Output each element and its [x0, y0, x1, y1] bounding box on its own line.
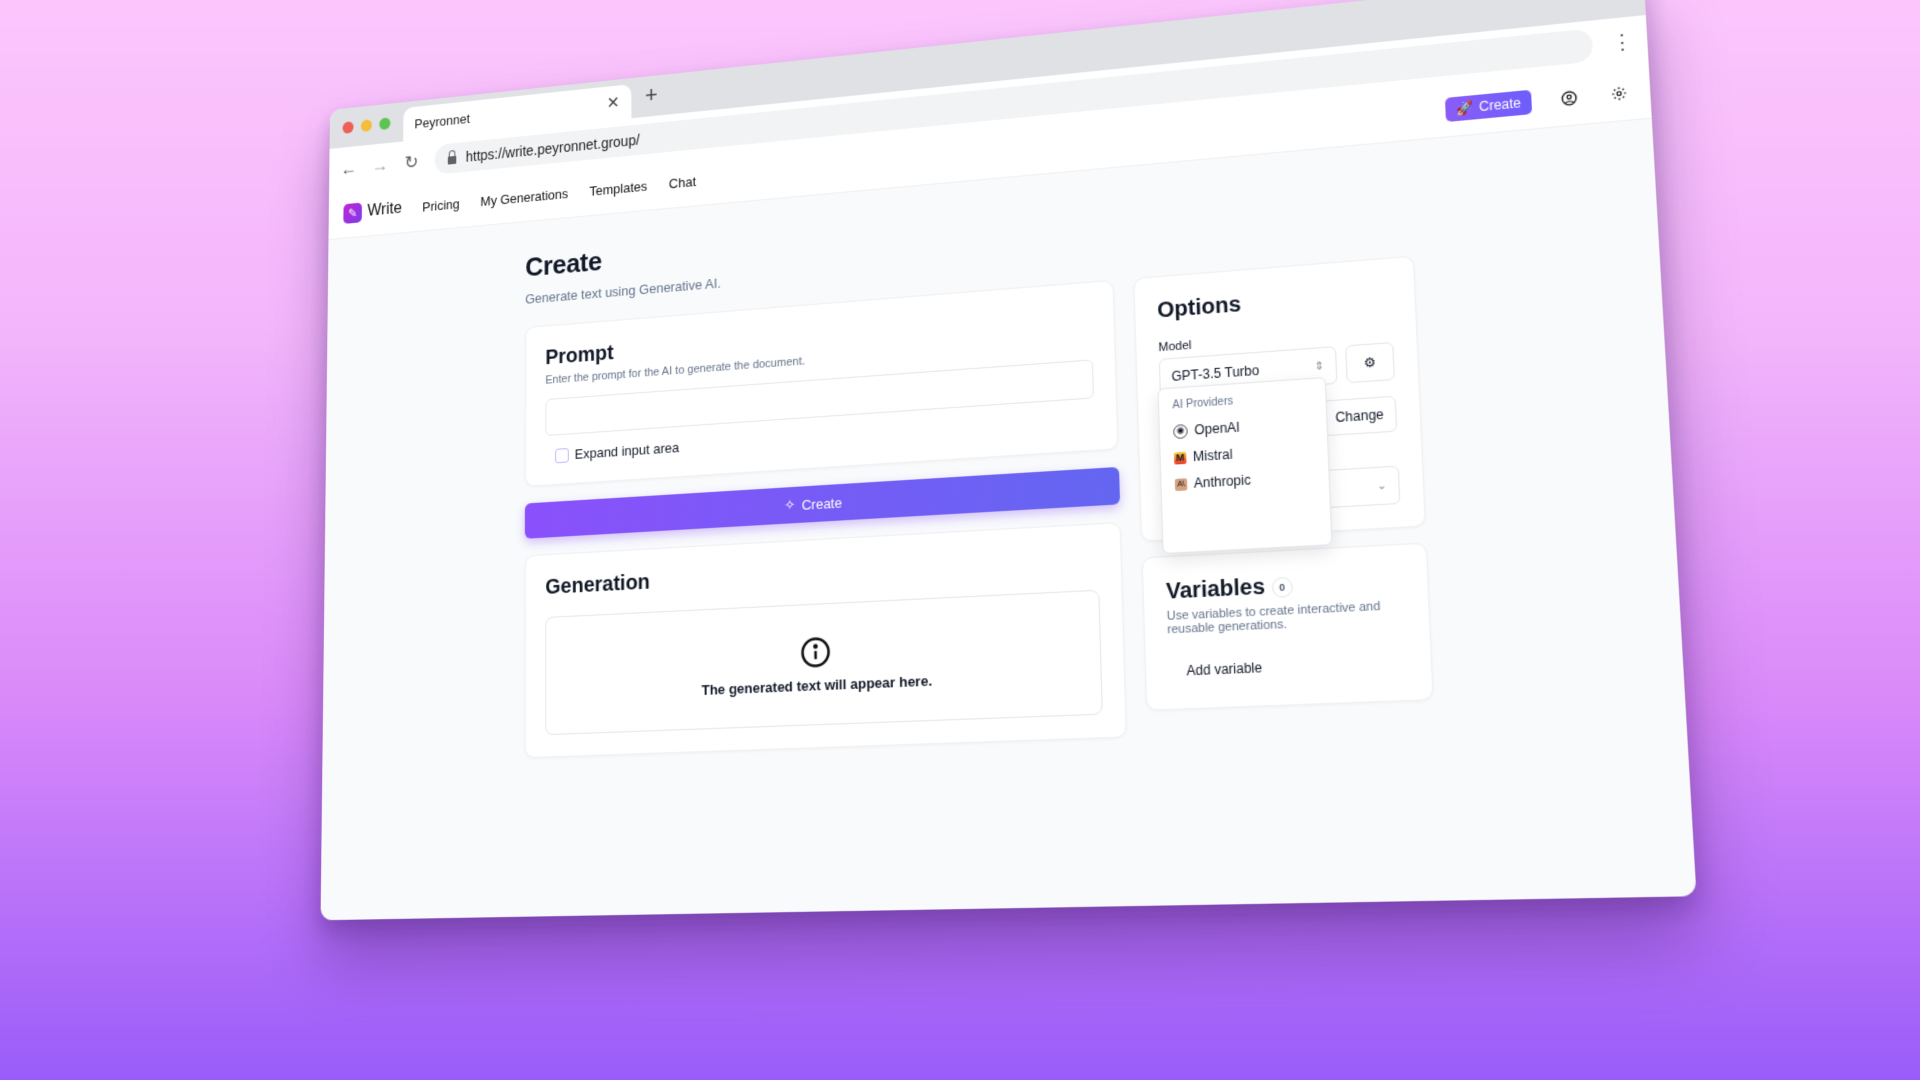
browser-menu-icon[interactable]: ⋮ — [1611, 29, 1634, 54]
variables-description: Use variables to create interactive and … — [1166, 599, 1381, 637]
minimize-window-button[interactable] — [360, 119, 372, 133]
model-value: GPT-3.5 Turbo — [1171, 362, 1260, 385]
info-icon — [799, 635, 831, 669]
nav-my-generations[interactable]: My Generations — [480, 185, 568, 208]
generation-empty-text: The generated text will appear here. — [701, 671, 933, 698]
header-create-label: Create — [1478, 95, 1522, 115]
header-create-button[interactable]: 🚀 Create — [1444, 89, 1533, 123]
add-variable-button[interactable]: Add variable — [1168, 652, 1281, 686]
pencil-icon: ✎ — [343, 202, 362, 224]
gear-icon: ⚙ — [1363, 354, 1377, 371]
lock-icon — [447, 155, 457, 165]
settings-icon[interactable] — [1607, 81, 1632, 106]
change-button[interactable]: Change — [1322, 395, 1398, 437]
background: Peyronnet ✕ + ← → ↻ https://write.peyron… — [0, 0, 1920, 1080]
openai-icon: ✺ — [1172, 423, 1188, 439]
rocket-icon: 🚀 — [1455, 99, 1474, 117]
expand-input-label: Expand input area — [574, 439, 680, 463]
generation-output: The generated text will appear here. — [545, 589, 1103, 736]
sparkles-icon: ✧ — [784, 496, 796, 514]
browser-window: Peyronnet ✕ + ← → ↻ https://write.peyron… — [320, 0, 1697, 921]
mistral-icon: M — [1173, 451, 1187, 465]
options-title: Options — [1156, 292, 1242, 323]
reload-icon[interactable]: ↻ — [403, 151, 420, 173]
provider-label: Anthropic — [1193, 472, 1252, 492]
chevron-down-icon: ⌄ — [1376, 479, 1388, 493]
back-icon[interactable]: ← — [340, 157, 357, 179]
expand-input-checkbox[interactable] — [555, 447, 569, 463]
nav-templates[interactable]: Templates — [589, 178, 647, 199]
generation-title: Generation — [545, 570, 650, 600]
anthropic-icon: A\ — [1174, 477, 1188, 491]
chevron-up-down-icon: ⇕ — [1314, 359, 1325, 373]
close-window-button[interactable] — [342, 121, 354, 134]
maximize-window-button[interactable] — [379, 117, 391, 131]
brand-logo[interactable]: ✎ Write — [343, 199, 402, 224]
brand-name: Write — [367, 199, 402, 220]
provider-dropdown: AI Providers ✺ OpenAI M Mistral A\ Anthr… — [1157, 376, 1333, 555]
provider-label: Mistral — [1192, 446, 1233, 465]
options-card: Options Model GPT-3.5 Turbo ⇕ ⚙ F Chang — [1133, 255, 1426, 555]
variables-title: Variables — [1165, 574, 1266, 605]
generation-card: Generation The generated text will appea… — [524, 521, 1127, 759]
model-settings-button[interactable]: ⚙ — [1345, 341, 1396, 384]
account-icon[interactable] — [1557, 86, 1582, 110]
variables-card: Variables 0 Use variables to create inter… — [1141, 542, 1434, 711]
url-text: https://write.peyronnet.group/ — [465, 131, 640, 165]
prompt-card: Prompt Enter the prompt for the AI to ge… — [524, 279, 1119, 487]
close-tab-icon[interactable]: ✕ — [607, 92, 620, 113]
window-controls — [342, 117, 391, 134]
provider-label: OpenAI — [1194, 419, 1241, 438]
nav-chat[interactable]: Chat — [669, 173, 696, 191]
new-tab-icon[interactable]: + — [645, 81, 658, 108]
create-button-label: Create — [801, 494, 843, 513]
variables-count-badge: 0 — [1271, 576, 1293, 598]
nav-pricing[interactable]: Pricing — [422, 196, 459, 214]
forward-icon[interactable]: → — [371, 154, 388, 176]
